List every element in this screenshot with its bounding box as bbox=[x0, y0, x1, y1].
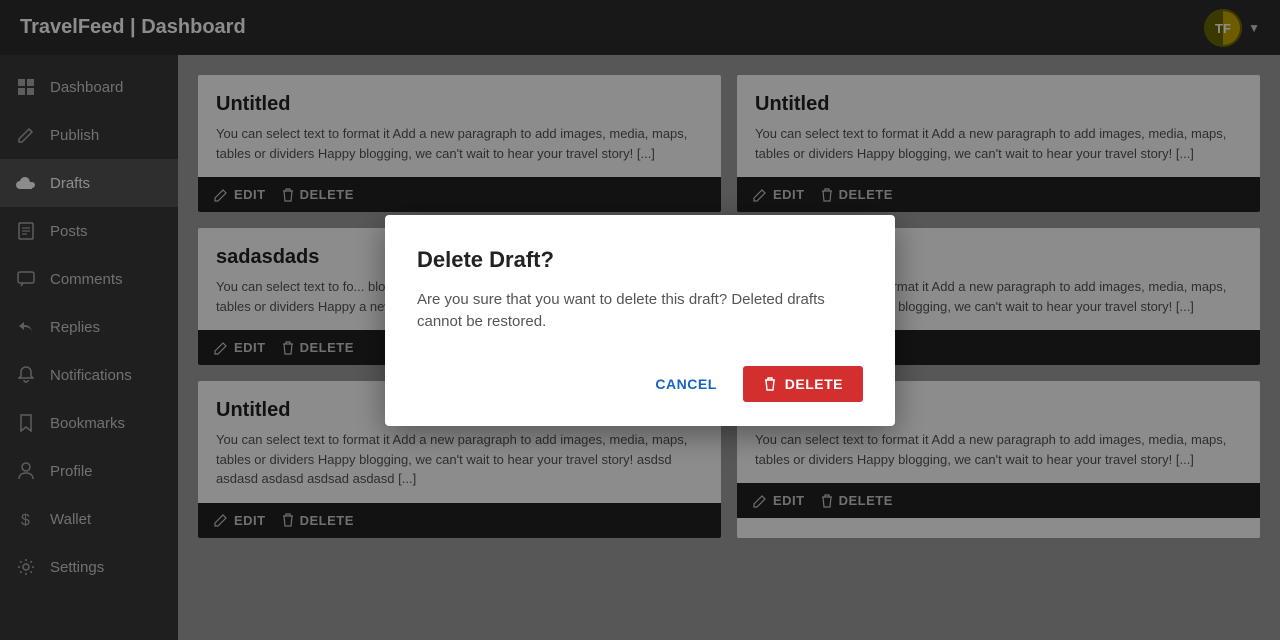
delete-draft-modal: Delete Draft? Are you sure that you want… bbox=[385, 215, 895, 426]
modal-actions: CANCEL DELETE bbox=[417, 366, 863, 402]
cancel-button[interactable]: CANCEL bbox=[641, 368, 730, 400]
modal-body: Are you sure that you want to delete thi… bbox=[417, 289, 863, 334]
confirm-delete-button[interactable]: DELETE bbox=[743, 366, 863, 402]
modal-overlay[interactable]: Delete Draft? Are you sure that you want… bbox=[0, 0, 1280, 640]
modal-title: Delete Draft? bbox=[417, 247, 863, 273]
trash-modal-icon bbox=[763, 377, 777, 391]
